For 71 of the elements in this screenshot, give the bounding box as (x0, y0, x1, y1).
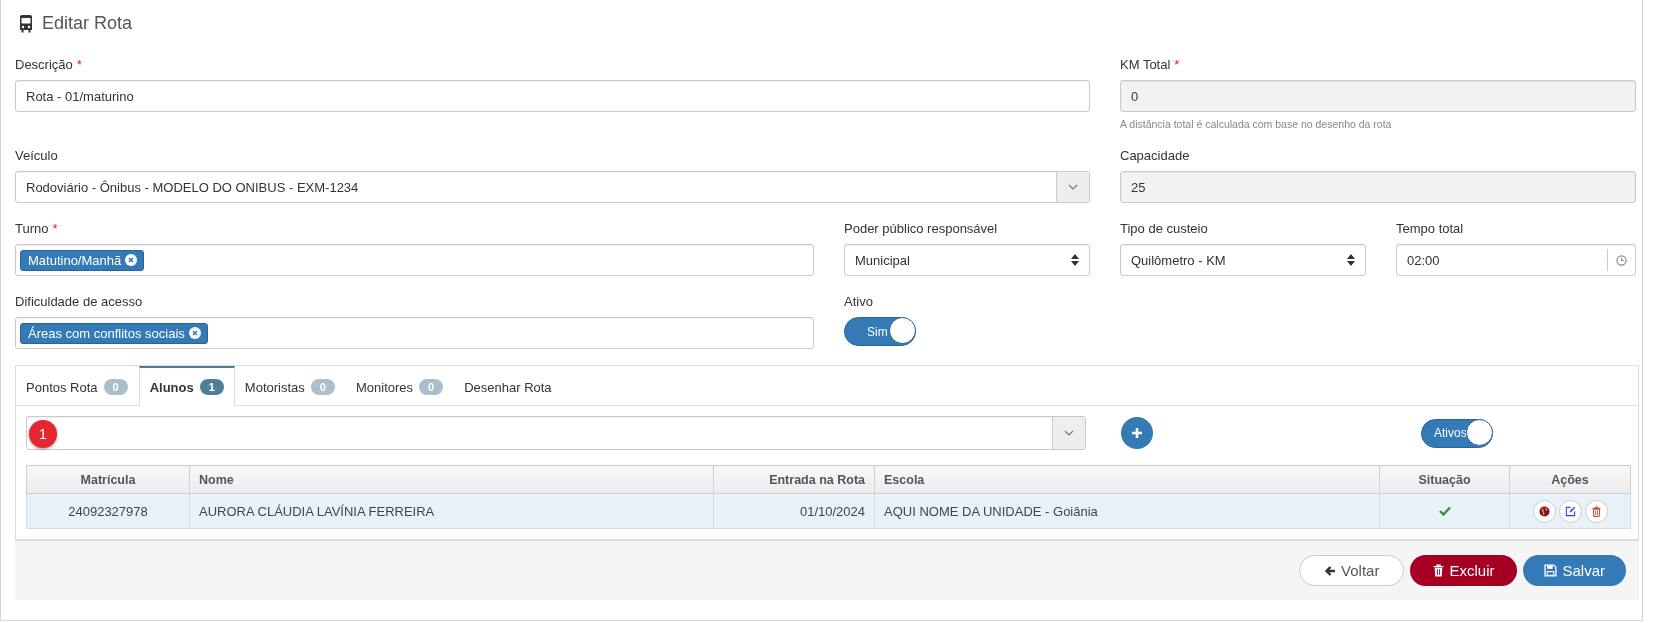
sort-caret-icon (1347, 254, 1355, 266)
edit-button[interactable] (1558, 499, 1582, 523)
column-header: Matrícula (26, 465, 190, 494)
page-title: Editar Rota (42, 13, 133, 34)
field-label: Turno (15, 220, 49, 236)
globe-icon (1538, 505, 1550, 517)
tab[interactable]: Monitores 0 (345, 366, 455, 406)
tab[interactable]: Desenhar Rota (454, 366, 563, 406)
delete-row-button[interactable] (1584, 499, 1608, 523)
table-cell: AURORA CLÁUDIA LAVÍNIA FERREIRA (189, 493, 714, 529)
annotation-badge: 1 (29, 420, 57, 448)
tab[interactable]: Pontos Rota 0 (16, 366, 139, 406)
column-header: Situação (1379, 465, 1510, 494)
public-authority-select[interactable]: Municipal (844, 244, 1090, 276)
capacity-input[interactable]: 25 (1120, 171, 1636, 203)
field-label: Dificuldade de acesso (15, 293, 143, 309)
help-text: A distância total é calculada com base no desenho da rota (1120, 118, 1392, 130)
add-button[interactable] (1121, 417, 1153, 449)
remove-icon[interactable] (125, 254, 138, 266)
tab[interactable]: Motoristas 0 (234, 366, 346, 406)
access-difficulty-tag-input[interactable]: Áreas com conflitos sociais (15, 317, 814, 349)
save-button[interactable]: Salvar (1523, 555, 1626, 586)
table-cell: 01/10/2024 (713, 493, 875, 529)
field-label: Ativo (844, 293, 873, 309)
count-badge: 0 (310, 379, 335, 395)
field-label: Capacidade (1120, 147, 1190, 163)
delete-button[interactable]: Excluir (1410, 555, 1518, 586)
field-label: Descrição (15, 56, 73, 72)
active-filter-toggle[interactable]: Ativos (1421, 418, 1493, 448)
time-input[interactable]: 02:00 (1396, 244, 1636, 276)
shift-tag-input[interactable]: Matutino/Manhã (15, 244, 814, 276)
tag-label: Áreas com conflitos sociais (28, 325, 185, 341)
arrow-left-icon (1324, 564, 1337, 577)
remove-icon[interactable] (188, 327, 201, 339)
count-badge: 0 (103, 379, 128, 395)
plus-icon (1131, 427, 1143, 439)
active-toggle[interactable]: Sim (844, 317, 916, 346)
tag-label: Matutino/Manhã (28, 252, 122, 268)
km-total-input[interactable]: 0 (1120, 80, 1636, 112)
column-header: Ações (1509, 465, 1631, 494)
edit-icon (1564, 505, 1576, 517)
sort-caret-icon (1071, 254, 1079, 266)
field-label: Veículo (15, 147, 58, 163)
description-input[interactable]: Rota - 01/maturino (15, 80, 1090, 112)
column-header: Nome (189, 465, 714, 494)
table-cell: AQUI NOME DA UNIDADE - Goiânia (874, 493, 1380, 529)
required-mark: * (1174, 56, 1180, 72)
count-badge: 1 (199, 379, 224, 395)
field-label: KM Total (1120, 56, 1171, 72)
vehicle-select[interactable]: Rodoviário - Ônibus - MODELO DO ONIBUS - EXM-1234 (15, 171, 1090, 203)
required-mark: * (52, 220, 58, 236)
field-label: Tipo de custeio (1120, 220, 1208, 236)
map-button[interactable] (1532, 499, 1556, 523)
cost-type-select[interactable]: Quilômetro - KM (1120, 244, 1366, 276)
required-mark: * (76, 56, 82, 72)
clock-icon[interactable] (1616, 254, 1627, 266)
column-header: Escola (874, 465, 1380, 494)
chevron-down-icon (1068, 184, 1078, 190)
field-label: Tempo total (1396, 220, 1464, 236)
trash-icon (1433, 564, 1445, 577)
select-value: Rodoviário - Ônibus - MODELO DO ONIBUS - EXM-1234 (26, 179, 360, 195)
bus-icon (18, 14, 34, 33)
back-button[interactable]: Voltar (1299, 555, 1405, 586)
trash-icon (1591, 505, 1601, 517)
table-cell: 24092327978 (26, 493, 190, 529)
count-badge: 0 (419, 379, 444, 395)
student-select[interactable]: 1 (26, 416, 1086, 450)
column-header: Entrada na Rota (713, 465, 875, 494)
chevron-down-icon (1064, 430, 1074, 436)
field-label: Poder público responsável (844, 220, 998, 236)
tab[interactable]: Alunos 1 (138, 366, 235, 406)
